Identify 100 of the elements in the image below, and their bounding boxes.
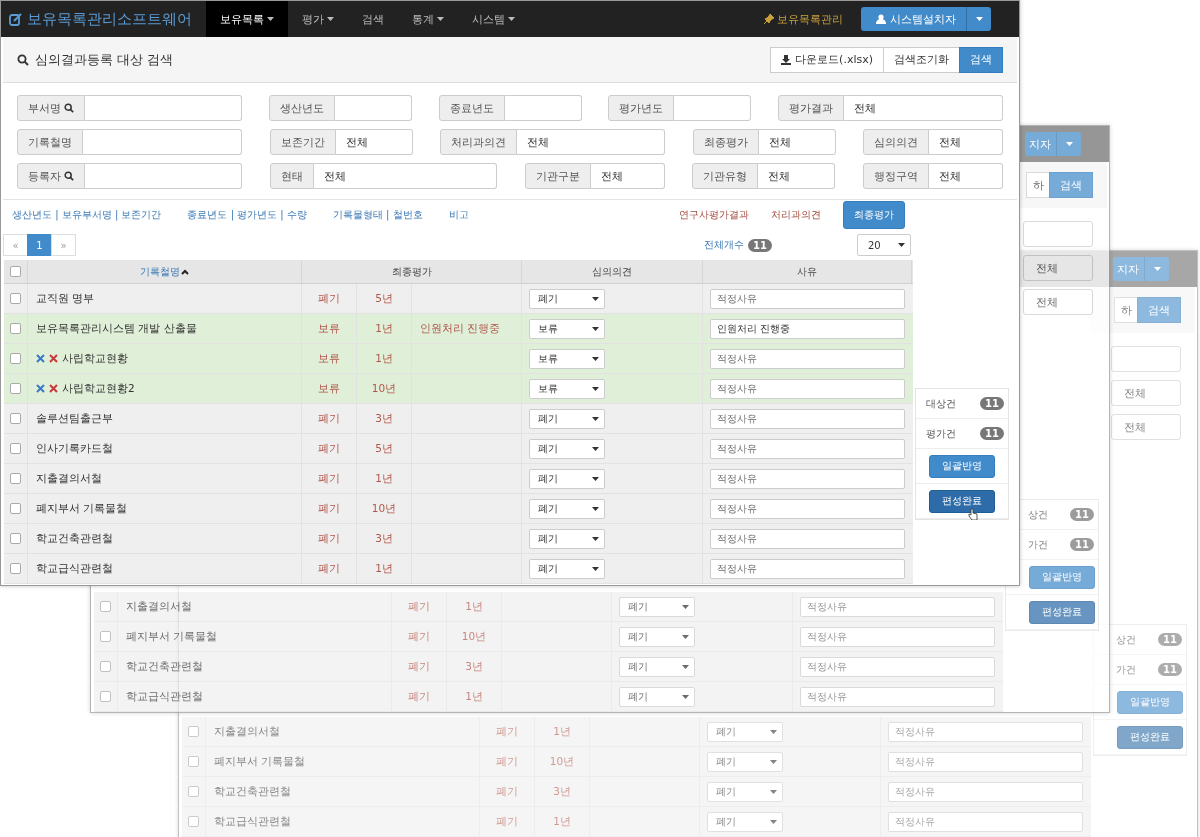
column-toggle-link[interactable]: 기록물형태 | 철번호 xyxy=(332,208,423,222)
page-number[interactable]: 1 xyxy=(27,234,52,256)
opinion-select[interactable]: 폐기 xyxy=(706,721,783,742)
row-checkbox[interactable] xyxy=(10,383,21,394)
opinion-select[interactable]: 보류 xyxy=(528,318,605,339)
filter-field[interactable]: 전체 xyxy=(1023,289,1093,315)
reason-field[interactable]: 적정사유 xyxy=(709,438,905,459)
opinion-select[interactable]: 폐기 xyxy=(618,656,695,677)
filter-field[interactable]: 전체 xyxy=(1111,414,1181,440)
cross-icon[interactable] xyxy=(36,384,45,393)
dropdown-toggle[interactable] xyxy=(1057,132,1081,156)
row-checkbox[interactable] xyxy=(10,353,21,364)
reason-field[interactable]: 적정사유 xyxy=(887,781,1083,802)
action-button[interactable]: 일괄반영 xyxy=(929,454,995,478)
cross-icon[interactable] xyxy=(49,384,58,393)
input-field[interactable]: 전체 xyxy=(929,163,1003,189)
opinion-select[interactable]: 보류 xyxy=(528,348,605,369)
dropdown-toggle[interactable] xyxy=(967,7,991,31)
user-menu-button[interactable]: 시스템설치자 xyxy=(861,7,967,31)
column-toggle-link[interactable]: 비고 xyxy=(448,208,469,222)
input-field[interactable] xyxy=(85,163,242,189)
reset-button[interactable]: 하 xyxy=(1026,172,1050,198)
row-checkbox[interactable] xyxy=(10,533,21,544)
nav-menu-item[interactable]: 검색 xyxy=(348,1,398,37)
row-checkbox[interactable] xyxy=(10,413,21,424)
reason-field[interactable]: 적정사유 xyxy=(709,378,905,399)
evaluation-tab[interactable]: 최종평가 xyxy=(843,201,905,229)
reason-field[interactable]: 적정사유 xyxy=(709,348,905,369)
nav-menu-item[interactable]: 보유목록 xyxy=(206,1,288,37)
opinion-select[interactable]: 폐기 xyxy=(528,438,605,459)
input-field[interactable]: 전체 xyxy=(335,129,413,155)
row-checkbox[interactable] xyxy=(10,503,21,514)
reason-field[interactable]: 적정사유 xyxy=(799,656,995,677)
row-checkbox[interactable] xyxy=(100,661,111,672)
nav-menu-item[interactable]: 평가 xyxy=(288,1,348,37)
nav-menu-item[interactable]: 통계 xyxy=(398,1,458,37)
reason-field[interactable]: 적정사유 xyxy=(709,408,905,429)
input-field[interactable] xyxy=(83,129,242,155)
opinion-select[interactable]: 폐기 xyxy=(528,528,605,549)
page-size-select[interactable]: 20 xyxy=(857,234,911,256)
opinion-select[interactable]: 폐기 xyxy=(706,781,783,802)
input-field[interactable] xyxy=(504,95,582,121)
row-checkbox[interactable] xyxy=(188,726,199,737)
input-field[interactable]: 전체 xyxy=(758,129,836,155)
row-checkbox[interactable] xyxy=(188,756,199,767)
reason-field[interactable]: 적정사유 xyxy=(709,558,905,579)
reason-field[interactable]: 적정사유 xyxy=(799,626,995,647)
action-button[interactable]: 편성완료 xyxy=(1029,600,1095,624)
column-toggle-link[interactable]: 생산년도 | 보유부서명 | 보존기간 xyxy=(12,208,162,222)
filter-field[interactable] xyxy=(1023,221,1093,247)
row-checkbox[interactable] xyxy=(188,786,199,797)
column-header[interactable]: 기록철명 xyxy=(140,264,189,279)
previous-page[interactable]: « xyxy=(3,234,28,256)
opinion-select[interactable]: 폐기 xyxy=(528,288,605,309)
reason-field[interactable]: 적정사유 xyxy=(709,498,905,519)
opinion-select[interactable]: 폐기 xyxy=(618,596,695,617)
select-all-checkbox[interactable] xyxy=(10,266,21,277)
opinion-select[interactable]: 폐기 xyxy=(528,498,605,519)
row-checkbox[interactable] xyxy=(10,563,21,574)
row-checkbox[interactable] xyxy=(188,816,199,827)
input-field[interactable]: 전체 xyxy=(758,163,836,189)
column-toggle-link[interactable]: 종료년도 | 평가년도 | 수량 xyxy=(187,208,307,222)
input-field[interactable]: 전체 xyxy=(929,129,1003,155)
shortcut-link[interactable]: 보유목록관리 xyxy=(764,11,843,27)
cross-icon[interactable] xyxy=(49,354,58,363)
filter-field[interactable]: 전체 xyxy=(1111,380,1181,406)
reason-field[interactable]: 적정사유 xyxy=(709,288,905,309)
download-button[interactable]: 다운로드(.xlsx) xyxy=(770,46,884,73)
opinion-select[interactable]: 폐기 xyxy=(528,468,605,489)
opinion-select[interactable]: 보류 xyxy=(528,378,605,399)
reason-field[interactable]: 적정사유 xyxy=(709,528,905,549)
row-checkbox[interactable] xyxy=(10,443,21,454)
opinion-select[interactable]: 폐기 xyxy=(618,626,695,647)
evaluation-tab[interactable]: 처리과의견 xyxy=(771,208,821,222)
search-button[interactable]: 검색 xyxy=(959,46,1003,73)
next-page[interactable]: » xyxy=(51,234,76,256)
row-checkbox[interactable] xyxy=(100,691,111,702)
row-checkbox[interactable] xyxy=(10,293,21,304)
input-field[interactable]: 전체 xyxy=(313,163,497,189)
input-field[interactable]: 전체 xyxy=(517,129,665,155)
reason-field[interactable]: 인원처리 진행중 xyxy=(709,318,905,339)
opinion-select[interactable]: 폐기 xyxy=(528,408,605,429)
reset-button[interactable]: 하 xyxy=(1114,297,1138,323)
row-checkbox[interactable] xyxy=(100,601,111,612)
row-checkbox[interactable] xyxy=(10,323,21,334)
reason-field[interactable]: 적정사유 xyxy=(887,751,1083,772)
opinion-select[interactable]: 폐기 xyxy=(706,811,783,832)
opinion-select[interactable]: 폐기 xyxy=(528,558,605,579)
row-checkbox[interactable] xyxy=(100,631,111,642)
reason-field[interactable]: 적정사유 xyxy=(887,721,1083,742)
reason-field[interactable]: 적정사유 xyxy=(799,686,995,707)
dropdown-toggle[interactable] xyxy=(1145,257,1169,281)
input-field[interactable] xyxy=(85,95,242,121)
reason-field[interactable]: 적정사유 xyxy=(887,811,1083,832)
nav-menu-item[interactable]: 시스템 xyxy=(458,1,529,37)
evaluation-tab[interactable]: 연구사평가결과 xyxy=(679,208,749,222)
reason-field[interactable]: 적정사유 xyxy=(709,468,905,489)
reset-button[interactable]: 검색조기화 xyxy=(883,46,960,73)
opinion-select[interactable]: 폐기 xyxy=(618,686,695,707)
input-field[interactable] xyxy=(334,95,412,121)
